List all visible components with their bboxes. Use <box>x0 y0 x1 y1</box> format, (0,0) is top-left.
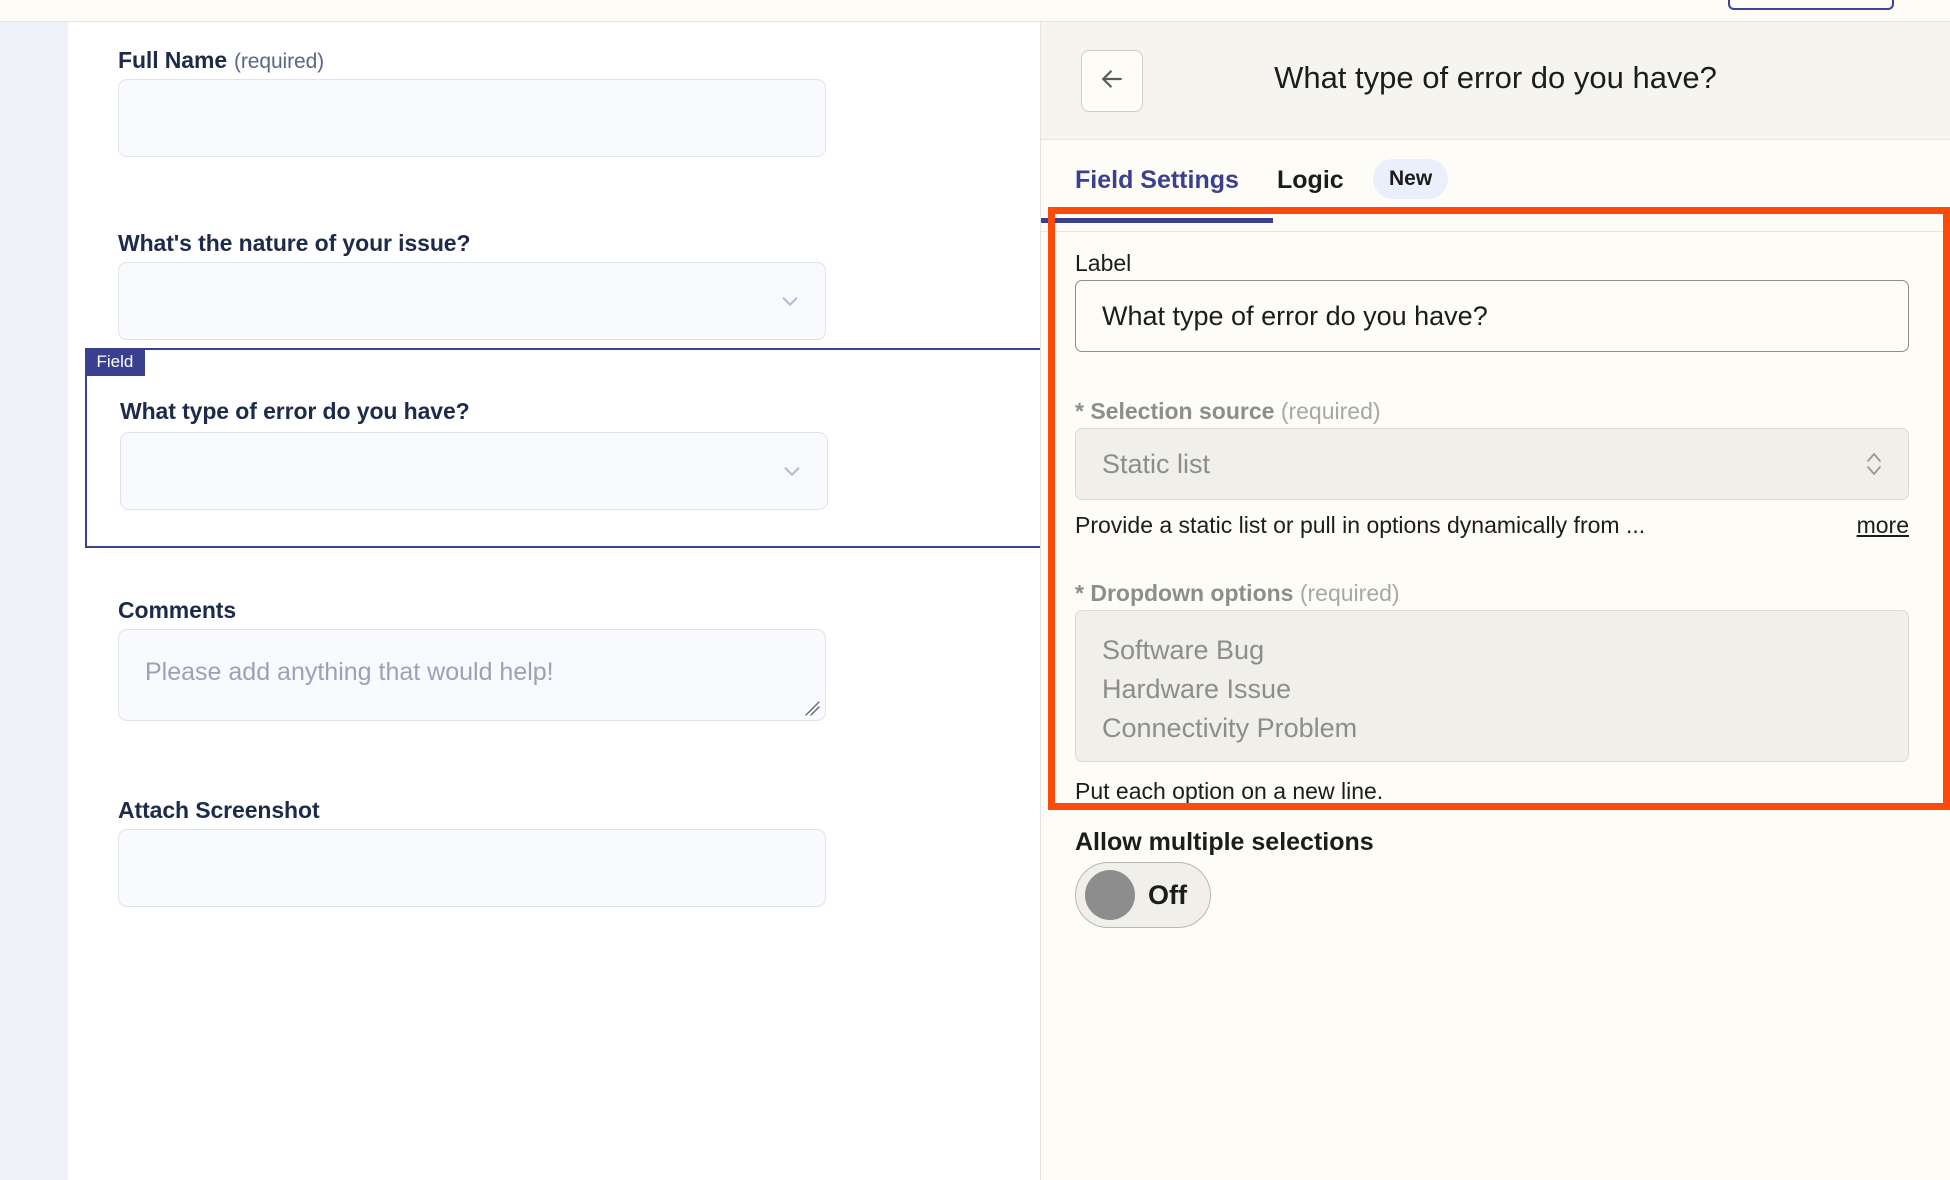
form-field-label-nature-of-issue: What's the nature of your issue? <box>118 230 471 257</box>
dropdown-option-line: Software Bug <box>1102 635 1265 665</box>
label-text: Full Name <box>118 47 228 73</box>
resize-handle-icon[interactable] <box>804 700 821 717</box>
selection-source-value: Static list <box>1102 448 1211 479</box>
setting-dropdown-options-textarea[interactable]: Software Bug Hardware Issue Connectivity… <box>1075 610 1909 762</box>
field-selection-badge: Field <box>84 347 146 376</box>
required-note: (required) <box>1280 398 1381 424</box>
panel-tab-bar: Field Settings Logic New <box>1041 140 1950 232</box>
selection-source-help-text: Provide a static list or pull in options… <box>1075 512 1646 538</box>
setting-label-input[interactable]: What type of error do you have? <box>1075 280 1909 352</box>
form-field-label-error-type: What type of error do you have? <box>120 398 470 425</box>
form-field-selected-error-type[interactable]: Field What type of error do you have? <box>84 347 1040 548</box>
app-root: Full Name (required) What's the nature of… <box>0 0 1950 1180</box>
allow-multiple-toggle[interactable]: Off <box>1075 862 1211 928</box>
form-field-label-comments: Comments <box>118 597 236 624</box>
tab-logic-new-badge: New <box>1373 159 1449 199</box>
label-text: Comments <box>118 597 237 623</box>
setting-selection-source-select[interactable]: Static list <box>1075 428 1909 500</box>
tab-logic[interactable]: Logic <box>1277 166 1344 195</box>
left-gutter <box>0 22 68 1180</box>
form-field-label-attach-screenshot: Attach Screenshot <box>118 797 320 824</box>
caption-text: * Dropdown options <box>1075 580 1294 606</box>
setting-selection-source-help-row: Provide a static list or pull in options… <box>1075 512 1909 539</box>
caption-text: * Selection source <box>1075 398 1275 424</box>
form-textarea-comments[interactable]: Please add anything that would help! <box>118 629 826 721</box>
panel-header: What type of error do you have? <box>1041 22 1950 140</box>
label-text: Attach Screenshot <box>118 797 320 823</box>
required-note: (required) <box>1299 580 1400 606</box>
setting-selection-source-caption: * Selection source (required) <box>1075 398 1381 425</box>
chevron-up-down-icon <box>1864 449 1884 479</box>
toggle-state-label: Off <box>1148 879 1187 910</box>
dropdown-option-line: Hardware Issue <box>1102 673 1292 704</box>
required-note: (required) <box>234 50 325 73</box>
setting-dropdown-options-caption: * Dropdown options (required) <box>1075 580 1400 607</box>
panel-title: What type of error do you have? <box>1274 60 1717 95</box>
form-dropdown-error-type[interactable] <box>120 432 828 510</box>
panel-scroll-area[interactable]: Label What type of error do you have? * … <box>1041 232 1950 1180</box>
top-bar <box>0 0 1950 22</box>
chevron-down-icon <box>781 460 803 482</box>
setting-label-caption: Label <box>1075 250 1132 276</box>
field-settings-panel: What type of error do you have? Field Se… <box>1040 22 1950 1180</box>
setting-allow-multiple-toggle-wrap: Off <box>1075 845 1211 928</box>
form-dropdown-nature-of-issue[interactable] <box>118 262 826 340</box>
form-input-full-name[interactable] <box>118 79 826 157</box>
form-preview-canvas: Full Name (required) What's the nature of… <box>68 22 1040 1180</box>
tab-field-settings[interactable]: Field Settings <box>1041 166 1273 223</box>
label-text: What's the nature of your issue? <box>118 230 471 256</box>
toggle-knob <box>1085 870 1135 920</box>
dropdown-option-line: Connectivity Problem <box>1102 712 1358 743</box>
form-textarea-comments-placeholder: Please add anything that would help! <box>145 658 554 686</box>
setting-dropdown-options-help-text: Put each option on a new line. <box>1075 778 1384 804</box>
top-bar-action-button[interactable] <box>1728 0 1894 10</box>
form-input-attach-screenshot[interactable] <box>118 829 826 907</box>
form-field-label-full-name: Full Name (required) <box>118 47 324 74</box>
chevron-down-icon <box>779 290 801 312</box>
label-text: What type of error do you have? <box>120 398 470 424</box>
selection-source-more-link[interactable]: more <box>1857 512 1909 539</box>
